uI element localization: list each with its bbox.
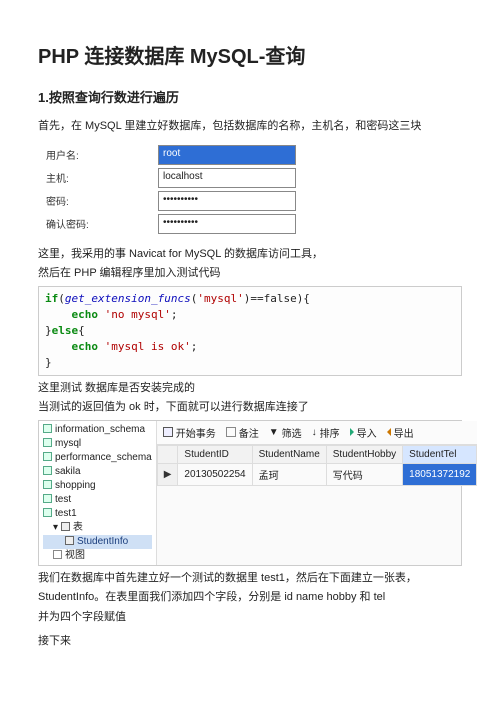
memo-icon	[226, 427, 236, 437]
tree-node: sakila	[43, 465, 152, 479]
after-paragraph-3: 并为四个字段赋值	[38, 609, 462, 626]
toolbar-export[interactable]: 导出	[387, 425, 414, 440]
table-icon	[65, 536, 74, 545]
tree-node: information_schema	[43, 423, 152, 437]
db-icon	[43, 494, 52, 503]
cell: 20130502254	[178, 463, 252, 485]
tool-paragraph: 这里，我采用的事 Navicat for MySQL 的数据库访问工具，	[38, 246, 462, 263]
then-paragraph: 然后在 PHP 编辑程序里加入测试代码	[38, 265, 462, 282]
after-paragraph-1: 我们在数据库中首先建立好一个测试的数据里 test1，然后在下面建立一张表，	[38, 570, 462, 587]
confirm-password-label: 确认密码:	[38, 216, 158, 231]
db-icon	[43, 424, 52, 433]
code-block: if(get_extension_funcs('mysql')==false){…	[38, 286, 462, 376]
data-grid[interactable]: StudentID StudentName StudentHobby Stude…	[157, 445, 478, 486]
col-header: StudentHobby	[326, 445, 402, 463]
host-label: 主机:	[38, 170, 158, 185]
export-icon	[387, 428, 391, 436]
col-header-selected: StudentTel	[403, 445, 477, 463]
table-folder-icon	[61, 522, 70, 531]
grid-toolbar: 开始事务 备注 ▼筛选 ↓排序 导入 导出	[157, 421, 478, 445]
cell: 孟珂	[252, 463, 326, 485]
page-title: PHP 连接数据库 MySQL-查询	[38, 40, 462, 69]
tree-node: mysql	[43, 437, 152, 451]
db-icon	[43, 452, 52, 461]
tree-folder: ▾ 表	[43, 521, 152, 535]
db-tree[interactable]: information_schema mysql performance_sch…	[39, 421, 157, 565]
tree-node: test1	[43, 507, 152, 521]
table-row: ▶ 20130502254 孟珂 写代码 18051372192	[157, 463, 477, 485]
confirm-password-input[interactable]: ••••••••••	[158, 214, 296, 234]
next-paragraph: 接下来	[38, 631, 462, 652]
intro-paragraph: 首先，在 MySQL 里建立好数据库，包括数据库的名称，主机名，和密码这三块	[38, 116, 462, 137]
toolbar-memo[interactable]: 备注	[226, 425, 259, 440]
toolbar-sort[interactable]: ↓排序	[312, 425, 340, 440]
db-icon	[43, 438, 52, 447]
section-heading: 1.按照查询行数进行遍历	[38, 87, 462, 106]
user-label: 用户名:	[38, 147, 158, 162]
db-credentials-form: 用户名: root 主机: localhost 密码: •••••••••• 确…	[38, 145, 462, 234]
col-header: StudentID	[178, 445, 252, 463]
host-input[interactable]: localhost	[158, 168, 296, 188]
password-input[interactable]: ••••••••••	[158, 191, 296, 211]
toolbar-import[interactable]: 导入	[350, 425, 377, 440]
view-folder-icon	[53, 550, 62, 559]
tree-node: test	[43, 493, 152, 507]
test-line-1: 这里测试 数据库是否安装完成的	[38, 380, 462, 397]
import-icon	[350, 428, 354, 436]
toolbar-start-transaction[interactable]: 开始事务	[163, 425, 216, 440]
start-transaction-icon	[163, 427, 173, 437]
after-paragraph-2: StudentInfo。在表里面我们添加四个字段，分别是 id name hob…	[38, 589, 462, 606]
db-icon	[43, 466, 52, 475]
test-line-2: 当测试的返回值为 ok 时，下面就可以进行数据库连接了	[38, 399, 462, 416]
db-icon	[43, 508, 52, 517]
row-marker: ▶	[157, 463, 178, 485]
tree-node: shopping	[43, 479, 152, 493]
toolbar-filter[interactable]: ▼筛选	[269, 425, 302, 440]
tree-folder: 视图	[43, 549, 152, 563]
db-icon	[43, 480, 52, 489]
cell: 写代码	[326, 463, 402, 485]
tree-table-selected[interactable]: StudentInfo	[43, 535, 152, 549]
tree-node: performance_schema	[43, 451, 152, 465]
password-label: 密码:	[38, 193, 158, 208]
navicat-screenshot: information_schema mysql performance_sch…	[38, 420, 462, 566]
user-input[interactable]: root	[158, 145, 296, 165]
col-header: StudentName	[252, 445, 326, 463]
cell-selected: 18051372192	[403, 463, 477, 485]
